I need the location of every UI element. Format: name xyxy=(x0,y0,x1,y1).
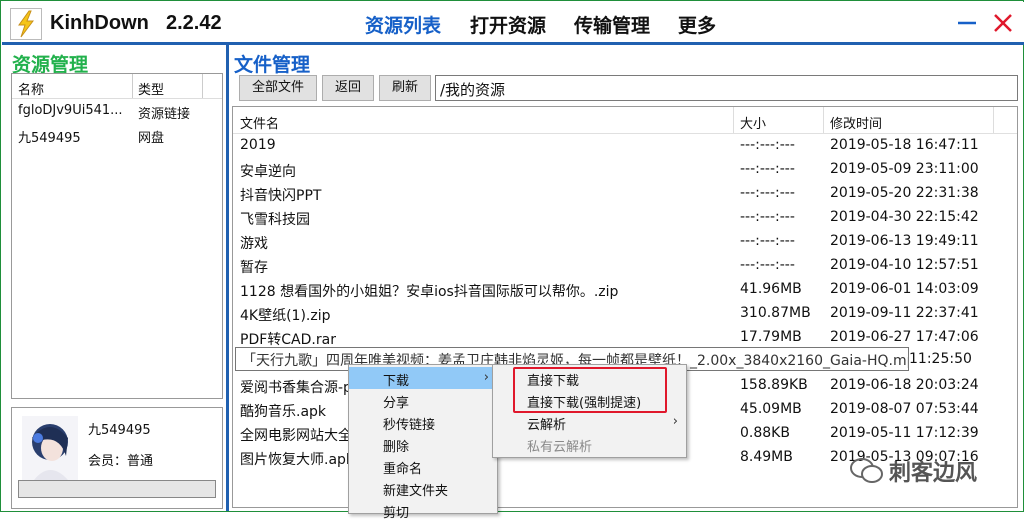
file-modified: 2019-06-01 14:03:09 xyxy=(830,281,979,297)
file-name: 全网电影网站大全 xyxy=(240,428,352,444)
watermark: 刺客边风 xyxy=(847,453,1023,489)
file-manager-title: 文件管理 xyxy=(234,54,311,76)
watermark-text: 刺客边风 xyxy=(889,461,978,486)
column-filename[interactable]: 文件名 xyxy=(240,113,279,132)
menu-item-private-cloud-parse: 私有云解析 xyxy=(527,440,593,455)
file-name: 暂存 xyxy=(240,260,268,276)
file-modified: 2019-09-11 22:37:41 xyxy=(830,305,979,321)
app-version: 2.2.42 xyxy=(166,12,222,34)
lightning-logo-icon xyxy=(10,8,42,40)
file-name: 4K壁纸(1).zip xyxy=(240,308,331,324)
nav-more[interactable]: 更多 xyxy=(678,11,716,38)
file-name: 酷狗音乐.apk xyxy=(240,404,327,420)
file-size: ---:---:--- xyxy=(740,185,795,201)
membership-level: 会员：普通 xyxy=(88,454,154,469)
file-size: ---:---:--- xyxy=(740,137,795,153)
menu-item-rename[interactable]: 重命名 xyxy=(349,455,497,477)
resource-type: 网盘 xyxy=(138,131,165,146)
file-modified: 2019-06-13 19:49:11 xyxy=(830,233,979,249)
all-files-button[interactable]: 全部文件 xyxy=(239,75,317,101)
file-modified: 2019-05-20 22:31:38 xyxy=(830,185,979,201)
file-name: 2019 xyxy=(240,137,276,153)
menu-item-cloud-parse[interactable]: 云解析 › xyxy=(493,411,686,433)
menu-item-instant-link[interactable]: 秒传链接 xyxy=(349,411,497,433)
table-row[interactable]: PDF转CAD.rar 17.79MB 2019-06-27 17:47:06 xyxy=(233,325,1017,349)
resource-list-header: 名称 类型 xyxy=(12,74,222,99)
nav-transfer-manager[interactable]: 传输管理 xyxy=(574,11,650,38)
file-modified: 2019-05-09 23:11:00 xyxy=(830,161,979,177)
menu-item-delete[interactable]: 删除 xyxy=(349,433,497,455)
column-modified[interactable]: 修改时间 xyxy=(830,113,882,132)
file-modified: 2019-05-18 16:47:11 xyxy=(830,137,979,153)
app-name: KinhDown xyxy=(50,12,149,34)
file-size: 45.09MB xyxy=(740,401,802,417)
list-item[interactable]: fgloDJv9Ui541... 资源链接 xyxy=(12,100,222,122)
file-size: ---:---:--- xyxy=(740,209,795,225)
context-menu: 下载 › 分享 秒传链接 删除 重命名 新建文件夹 剪切 xyxy=(348,364,498,521)
back-button[interactable]: 返回 xyxy=(322,75,374,101)
chevron-right-icon: › xyxy=(483,370,489,385)
avatar xyxy=(22,416,78,480)
file-name: 游戏 xyxy=(240,236,268,252)
column-name[interactable]: 名称 xyxy=(18,79,44,98)
file-name: PDF转CAD.rar xyxy=(240,332,336,348)
table-row[interactable]: 游戏 ---:---:--- 2019-06-13 19:49:11 xyxy=(233,229,1017,253)
storage-progress-bar xyxy=(18,480,216,498)
table-row[interactable]: 2019 ---:---:--- 2019-05-18 16:47:11 xyxy=(233,133,1017,157)
resource-name: fgloDJv9Ui541... xyxy=(18,103,123,118)
table-row[interactable]: 飞雪科技园 ---:---:--- 2019-04-30 22:15:42 xyxy=(233,205,1017,229)
table-row[interactable]: 4K壁纸(1).zip 310.87MB 2019-09-11 22:37:41 xyxy=(233,301,1017,325)
column-type[interactable]: 类型 xyxy=(138,79,164,98)
file-size: ---:---:--- xyxy=(740,161,795,177)
table-row[interactable]: 1128 想看国外的小姐姐？安卓ios抖音国际版可以帮你。.zip 41.96MB… xyxy=(233,277,1017,301)
file-modified: 2019-05-11 17:12:39 xyxy=(830,425,979,441)
table-row[interactable]: 抖音快闪PPT ---:---:--- 2019-05-20 22:31:38 xyxy=(233,181,1017,205)
minimize-icon[interactable] xyxy=(954,10,980,36)
resource-list[interactable]: 名称 类型 fgloDJv9Ui541... 资源链接 九549495 网盘 xyxy=(11,73,223,399)
path-input[interactable]: /我的资源 xyxy=(435,75,1018,101)
menu-item-download[interactable]: 下载 › xyxy=(349,367,497,389)
username: 九549495 xyxy=(88,423,151,438)
refresh-button[interactable]: 刷新 xyxy=(379,75,431,101)
file-modified: 2019-06-27 17:47:06 xyxy=(830,329,979,345)
tooltip-row-time: 11:25:50 xyxy=(909,351,972,367)
file-name: 抖音快闪PPT xyxy=(240,188,322,204)
table-row[interactable]: 暂存 ---:---:--- 2019-04-10 12:57:51 xyxy=(233,253,1017,277)
path-text: /我的资源 xyxy=(440,81,506,99)
file-name: 安卓逆向 xyxy=(240,164,296,180)
menu-item-new-folder[interactable]: 新建文件夹 xyxy=(349,477,497,499)
column-size[interactable]: 大小 xyxy=(740,113,766,132)
app-window: KinhDown 2.2.42 资源列表 打开资源 传输管理 更多 资源管理 名… xyxy=(0,0,1024,521)
file-name: 爱阅书香集合源-p xyxy=(240,380,352,396)
file-size: 0.88KB xyxy=(740,425,790,441)
file-name: 图片恢复大师.apk xyxy=(240,452,355,468)
file-name: 飞雪科技园 xyxy=(240,212,310,228)
file-modified: 2019-04-30 22:15:42 xyxy=(830,209,979,225)
menu-item-cut[interactable]: 剪切 xyxy=(349,499,497,521)
table-row[interactable]: 安卓逆向 ---:---:--- 2019-05-09 23:11:00 xyxy=(233,157,1017,181)
file-size: ---:---:--- xyxy=(740,233,795,249)
file-modified: 2019-08-07 07:53:44 xyxy=(830,401,979,417)
nav-resource-list[interactable]: 资源列表 xyxy=(365,11,441,38)
resource-name: 九549495 xyxy=(18,131,81,146)
file-size: 8.49MB xyxy=(740,449,793,465)
list-item[interactable]: 九549495 网盘 xyxy=(12,124,222,146)
close-icon[interactable] xyxy=(990,10,1016,36)
file-modified: 2019-06-18 20:03:24 xyxy=(830,377,979,393)
title-bar: KinhDown 2.2.42 资源列表 打开资源 传输管理 更多 xyxy=(2,2,1024,45)
highlight-annotation-box xyxy=(513,367,667,413)
file-size: 17.79MB xyxy=(740,329,802,345)
file-table-header: 文件名 大小 修改时间 xyxy=(233,107,1017,134)
file-size: 310.87MB xyxy=(740,305,811,321)
file-size: 41.96MB xyxy=(740,281,802,297)
menu-item-share[interactable]: 分享 xyxy=(349,389,497,411)
file-modified: 2019-04-10 12:57:51 xyxy=(830,257,979,273)
file-size: ---:---:--- xyxy=(740,257,795,273)
user-info-box: 九549495 会员：普通 xyxy=(11,407,223,509)
file-size: 158.89KB xyxy=(740,377,808,393)
chevron-right-icon: › xyxy=(672,414,678,429)
resource-type: 资源链接 xyxy=(138,107,191,122)
file-name: 1128 想看国外的小姐姐？安卓ios抖音国际版可以帮你。.zip xyxy=(240,284,619,300)
nav-open-resource[interactable]: 打开资源 xyxy=(470,11,546,38)
